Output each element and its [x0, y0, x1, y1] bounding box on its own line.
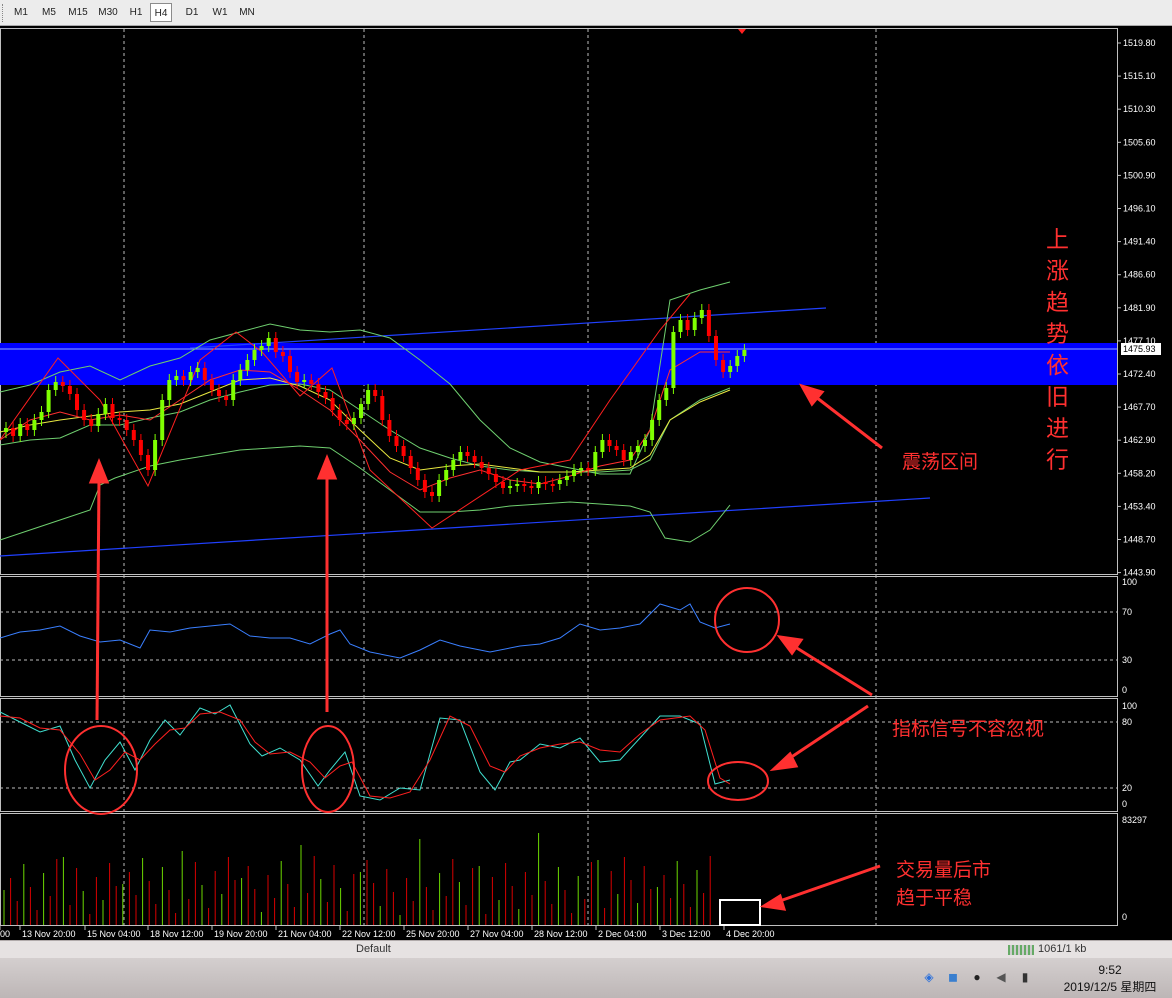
price-tick-label: 1472.40	[1123, 369, 1156, 379]
timeframe-m1-button[interactable]: M1	[8, 3, 34, 22]
price-tick-label: 1462.90	[1123, 435, 1156, 445]
penguin-icon[interactable]: ●	[970, 970, 984, 984]
stoch-tick-label: 0	[1122, 799, 1127, 809]
time-tick-label: 2 Dec 04:00	[598, 929, 647, 939]
volume-label-line1: 交易量后市	[896, 859, 991, 881]
timeframe-m30-button[interactable]: M30	[94, 3, 122, 22]
trend-char: 上	[1046, 226, 1069, 252]
price-tick-label: 1467.70	[1123, 402, 1156, 412]
time-tick-label: 22 Nov 12:00	[342, 929, 396, 939]
shield-icon[interactable]: ◈	[922, 970, 936, 984]
price-tick-label: 1515.10	[1123, 71, 1156, 81]
speaker-muted-icon[interactable]: ◀	[994, 970, 1008, 984]
box-icon[interactable]: ◼	[946, 970, 960, 984]
clock-time: 9:52	[1098, 963, 1122, 977]
time-tick-label: 25 Nov 20:00	[406, 929, 460, 939]
time-tick-label: 27 Nov 04:00	[470, 929, 524, 939]
time-tick-label: 00	[0, 929, 10, 939]
trend-char: 势	[1046, 321, 1069, 347]
status-bar	[0, 940, 1172, 959]
status-profile[interactable]: Default	[356, 943, 391, 955]
price-tick-label: 1500.90	[1123, 170, 1156, 180]
trend-char: 旧	[1046, 384, 1069, 410]
rsi-tick-label: 30	[1122, 655, 1132, 665]
time-tick-label: 4 Dec 20:00	[726, 929, 775, 939]
current-price-label: 1475.93	[1123, 344, 1156, 354]
volume-label-line2: 趋于平稳	[896, 887, 972, 909]
time-tick-label: 28 Nov 12:00	[534, 929, 588, 939]
price-tick-label: 1519.80	[1123, 38, 1156, 48]
chart-canvas[interactable]: 上涨趋势依旧进行 震荡区间 指标信号不容忽视 交易量后市 趋于平稳 1519.8…	[0, 26, 1172, 940]
connection-bars-icon	[1008, 945, 1034, 955]
timeframe-d1-button[interactable]: D1	[180, 3, 204, 22]
timeframe-m15-button[interactable]: M15	[64, 3, 92, 22]
clock-date: 2019/12/5 星期四	[1063, 980, 1157, 994]
current-price-tag: 1475.93	[1121, 343, 1161, 355]
range-label: 震荡区间	[902, 451, 978, 473]
stoch-tick-label: 100	[1122, 701, 1137, 711]
price-tick-label: 1491.40	[1123, 237, 1156, 247]
stoch-tick-label: 20	[1122, 783, 1132, 793]
network-signal-icon[interactable]: ▮	[1018, 970, 1032, 984]
signal-label: 指标信号不容忽视	[892, 718, 1044, 740]
rsi-tick-label: 70	[1122, 607, 1132, 617]
volume-tick-label: 0	[1122, 912, 1127, 922]
timeframe-h4-button[interactable]: H4	[150, 3, 172, 22]
status-traffic: 1061/1 kb	[1038, 943, 1087, 955]
volume-tick-label: 83297	[1122, 815, 1147, 825]
price-tick-label: 1505.60	[1123, 137, 1156, 147]
timeframe-w1-button[interactable]: W1	[208, 3, 232, 22]
timeframe-h1-button[interactable]: H1	[124, 3, 148, 22]
price-tick-label: 1510.30	[1123, 104, 1156, 114]
timeframe-m5-button[interactable]: M5	[36, 3, 62, 22]
timeframe-toolbar: M1 M5 M15 M30 H1 H4 D1 W1 MN	[0, 0, 1172, 26]
time-tick-label: 19 Nov 20:00	[214, 929, 268, 939]
rsi-tick-label: 100	[1122, 577, 1137, 587]
price-tick-label: 1481.90	[1123, 303, 1156, 313]
time-tick-label: 18 Nov 12:00	[150, 929, 204, 939]
system-clock[interactable]: 9:52 2019/12/5 星期四	[1050, 962, 1170, 996]
chart-window[interactable]: 上涨趋势依旧进行 震荡区间 指标信号不容忽视 交易量后市 趋于平稳 1519.8…	[0, 26, 1172, 940]
time-tick-label: 21 Nov 04:00	[278, 929, 332, 939]
trend-char: 依	[1046, 352, 1069, 378]
stoch-tick-label: 80	[1122, 717, 1132, 727]
time-tick-label: 13 Nov 20:00	[22, 929, 76, 939]
time-tick-label: 15 Nov 04:00	[87, 929, 141, 939]
rsi-tick-label: 0	[1122, 685, 1127, 695]
toolbar-grip[interactable]	[2, 4, 6, 22]
timeframe-mn-button[interactable]: MN	[234, 3, 260, 22]
trend-char: 趋	[1046, 289, 1069, 315]
price-tick-label: 1453.40	[1123, 501, 1156, 511]
price-tick-label: 1448.70	[1123, 535, 1156, 545]
time-tick-label: 3 Dec 12:00	[662, 929, 711, 939]
price-tick-label: 1458.20	[1123, 468, 1156, 478]
trend-char: 涨	[1046, 258, 1069, 284]
trend-char: 行	[1046, 447, 1069, 473]
price-tick-label: 1496.10	[1123, 204, 1156, 214]
price-tick-label: 1486.60	[1123, 270, 1156, 280]
trend-char: 进	[1046, 415, 1069, 441]
